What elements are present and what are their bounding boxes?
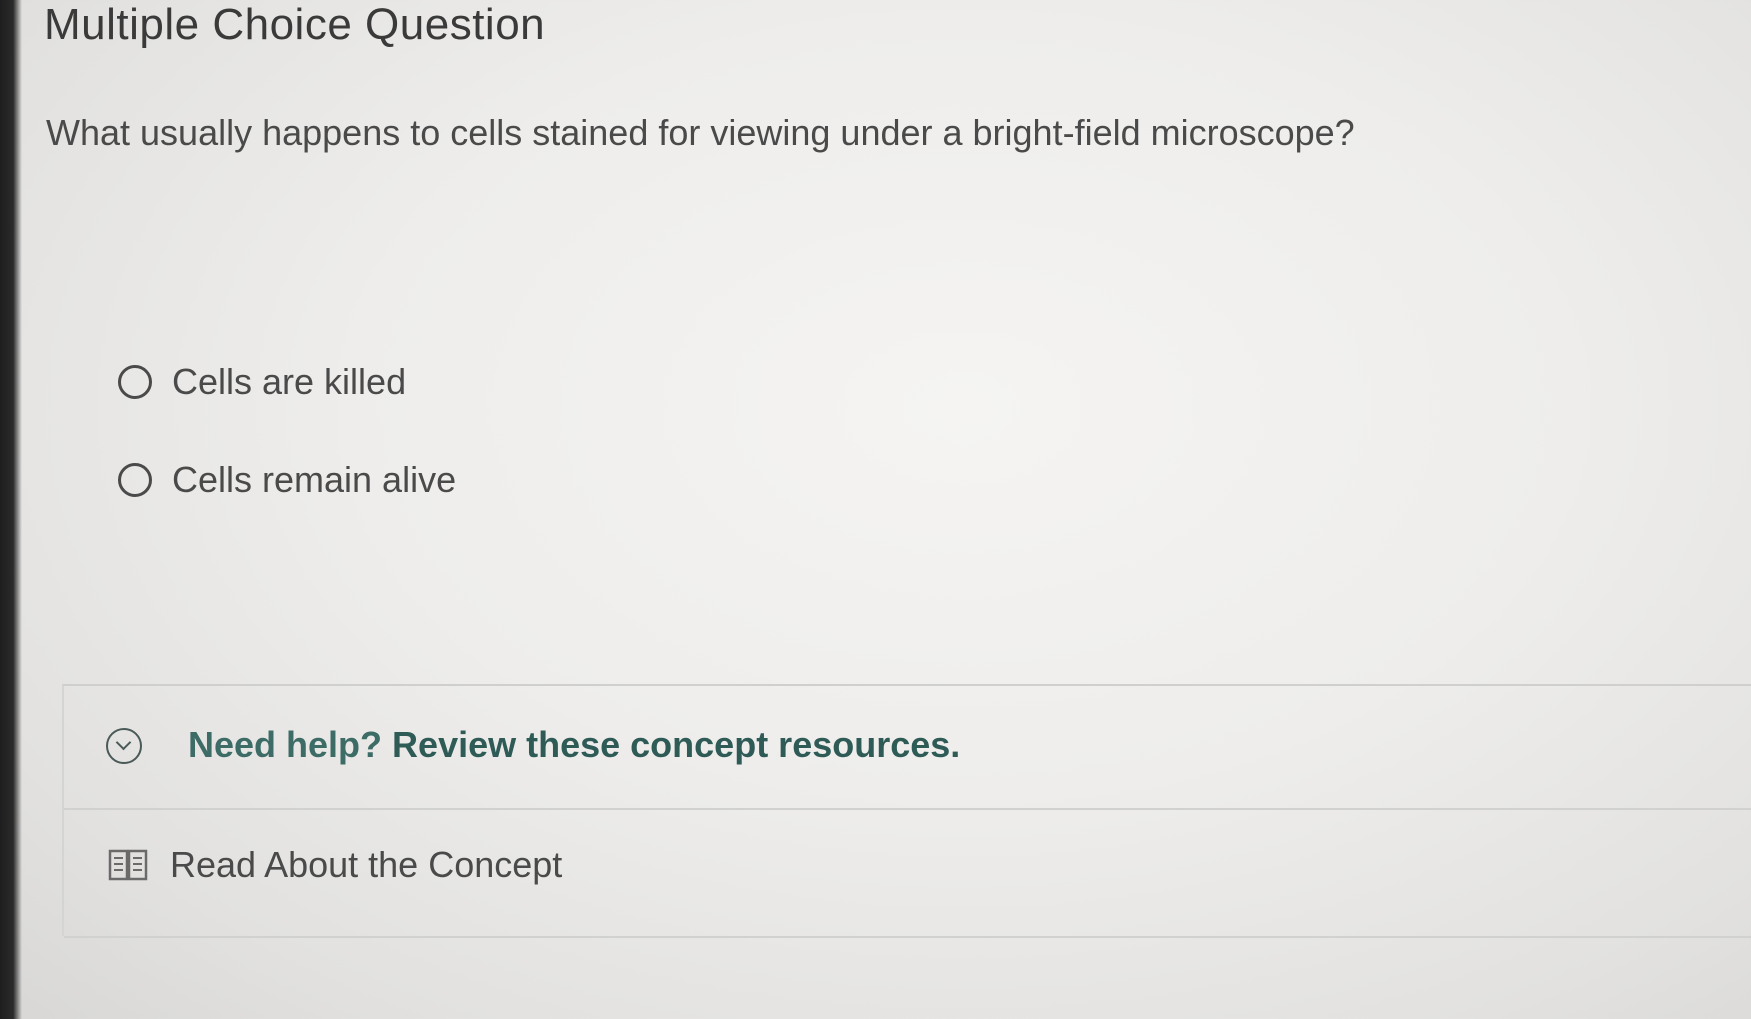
radio-button[interactable] bbox=[118, 463, 152, 497]
answer-option-label: Cells are killed bbox=[172, 361, 407, 402]
radio-button[interactable] bbox=[118, 365, 152, 399]
concept-resources-panel: Need help? Review these concept resource… bbox=[62, 684, 1751, 938]
page-title: Multiple Choice Question bbox=[44, 0, 546, 49]
question-prompt: What usually happens to cells stained fo… bbox=[46, 112, 1355, 153]
concept-resources-heading: Need help? Review these concept resource… bbox=[188, 724, 960, 766]
divider bbox=[64, 936, 1751, 938]
concept-resources-toggle[interactable]: Need help? Review these concept resource… bbox=[64, 686, 1751, 808]
answer-option[interactable]: Cells remain alive bbox=[118, 450, 456, 510]
review-resources-link[interactable]: Review these concept resources. bbox=[392, 724, 960, 765]
book-icon bbox=[108, 849, 148, 881]
read-about-concept-link[interactable]: Read About the Concept bbox=[108, 844, 562, 886]
question-page: Multiple Choice Question What usually ha… bbox=[22, 0, 1751, 1019]
chevron-down-circle-icon[interactable] bbox=[106, 728, 142, 764]
answer-option-label: Cells remain alive bbox=[172, 459, 457, 500]
divider bbox=[64, 808, 1751, 810]
read-about-concept-label: Read About the Concept bbox=[170, 844, 563, 885]
answer-option[interactable]: Cells are killed bbox=[118, 352, 456, 412]
answer-options: Cells are killed Cells remain alive bbox=[118, 352, 456, 548]
screen-bezel bbox=[0, 0, 22, 1019]
need-help-label: Need help? bbox=[188, 724, 383, 765]
